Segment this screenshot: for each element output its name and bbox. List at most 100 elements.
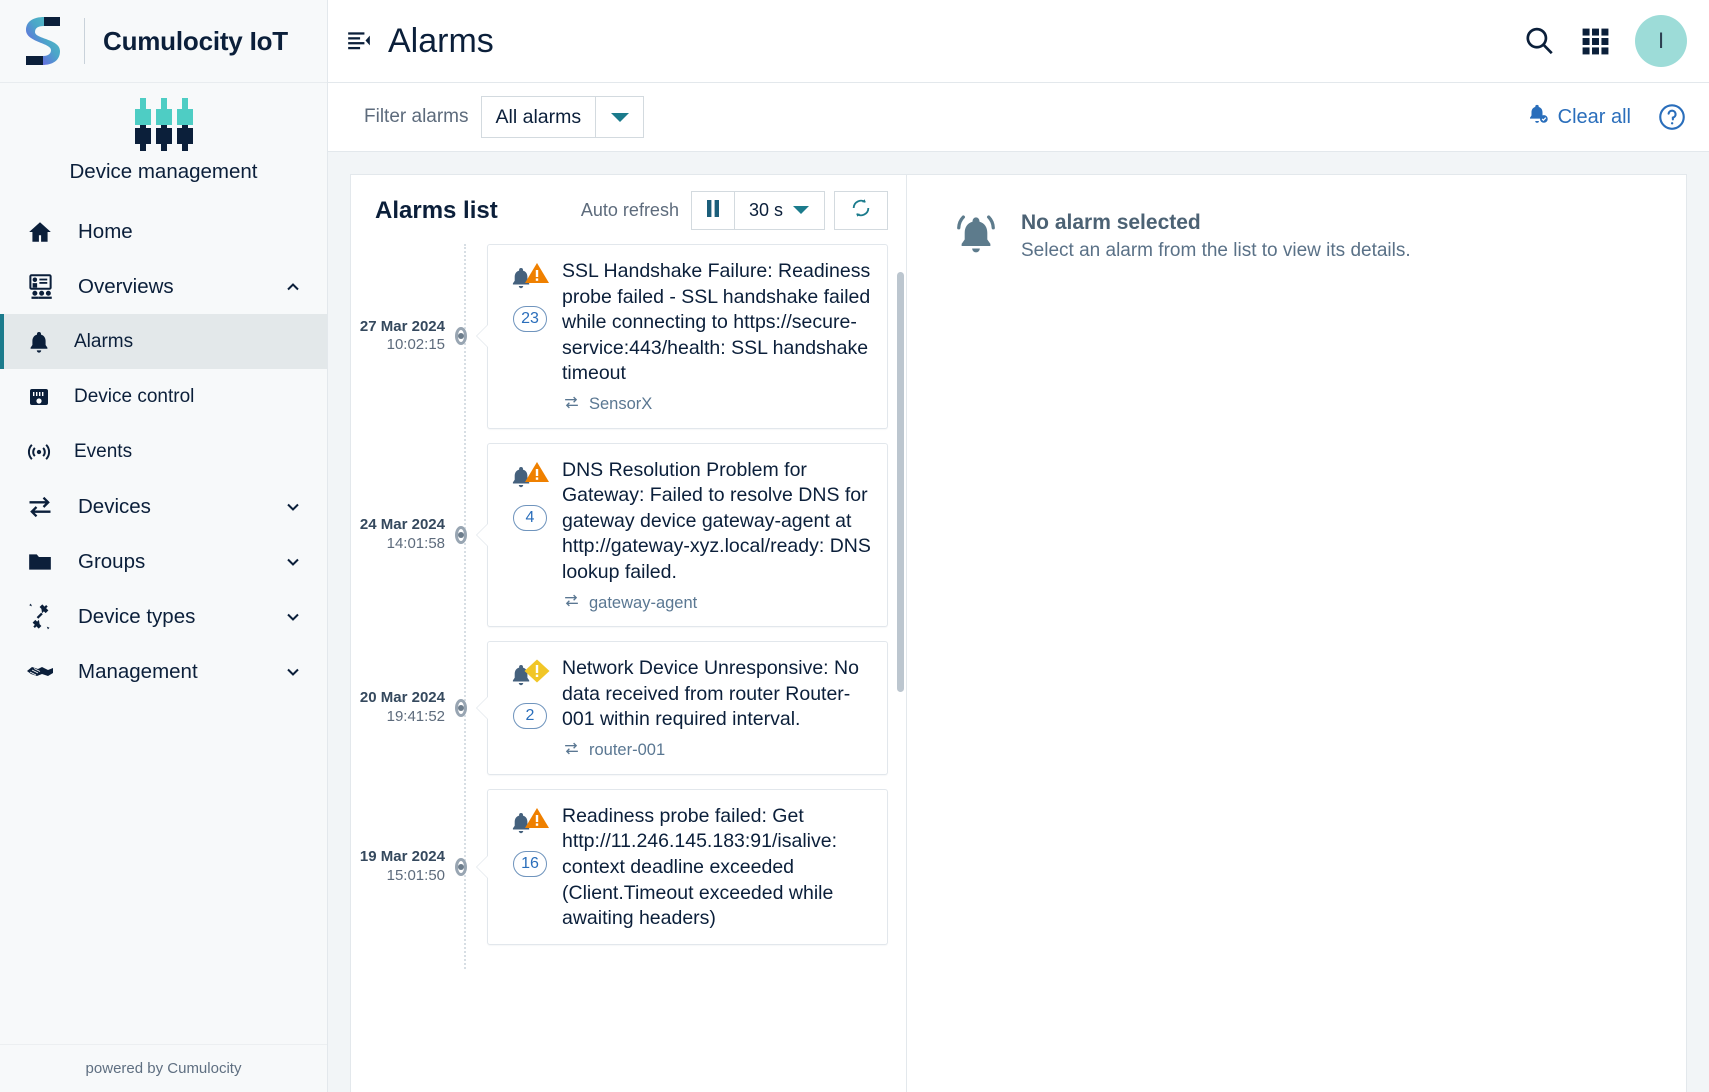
- refresh-button[interactable]: [834, 191, 888, 230]
- alarm-source[interactable]: SensorX: [562, 394, 873, 416]
- app-switcher-icon[interactable]: [1567, 13, 1623, 69]
- chevron-down-icon[interactable]: [283, 497, 303, 517]
- sidebar-item-label: Management: [78, 659, 198, 683]
- alarm-card[interactable]: 23 SSL Handshake Failure: Readiness prob…: [476, 244, 888, 429]
- sidebar-item-overviews[interactable]: Overviews: [0, 259, 327, 314]
- device-link-icon: [562, 740, 581, 762]
- alarm-card[interactable]: 16 Readiness probe failed: Get http://11…: [476, 788, 888, 945]
- alarm-source[interactable]: router-001: [562, 740, 873, 762]
- alarm-icon-column: 23: [504, 259, 556, 416]
- sidebar-footer: powered by Cumulocity: [0, 1044, 327, 1092]
- sidebar-item-groups[interactable]: Groups: [0, 534, 327, 589]
- sidebar-item-devices[interactable]: Devices: [0, 479, 327, 534]
- timeline-dot-icon: [455, 327, 467, 346]
- refresh-icon: [850, 197, 872, 224]
- alarm-card[interactable]: 4 DNS Resolution Problem for Gateway: Fa…: [476, 442, 888, 628]
- chevron-down-icon[interactable]: [283, 662, 303, 682]
- sidebar-item-device-control[interactable]: Device control: [0, 369, 327, 424]
- top-bar: Alarms I: [328, 0, 1709, 83]
- clear-all-button[interactable]: Clear all: [1527, 103, 1631, 131]
- timeline-dot-icon: [455, 699, 467, 718]
- severity-minor-icon: [509, 658, 551, 698]
- device-link-icon: [562, 592, 581, 614]
- avatar[interactable]: I: [1635, 15, 1687, 67]
- content-area: Alarms list Auto refresh 30 s 27 Mar 202…: [328, 152, 1709, 1092]
- alarm-list-item[interactable]: 24 Mar 2024 14:01:58 4 DNS Resolution Pr…: [351, 442, 906, 642]
- refresh-interval-value: 30 s: [748, 200, 783, 220]
- alarm-list-item[interactable]: 27 Mar 2024 10:02:15 23 SSL Handshake Fa…: [351, 244, 906, 443]
- detail-texts: No alarm selected Select an alarm from t…: [1021, 209, 1411, 262]
- auto-refresh-controls: 30 s: [690, 191, 888, 230]
- alarm-date: 20 Mar 2024: [359, 689, 445, 707]
- alarm-list-item[interactable]: 20 Mar 2024 19:41:52 2 Network Device Un…: [351, 641, 906, 789]
- sidebar-item-label: Device control: [74, 385, 195, 407]
- alarms-scrollbar[interactable]: [897, 244, 904, 1092]
- pause-button[interactable]: [690, 191, 735, 230]
- device-control-icon: [22, 385, 56, 409]
- sidebar-item-label: Events: [74, 440, 133, 462]
- chevron-down-icon[interactable]: [283, 552, 303, 572]
- alarm-text: DNS Resolution Problem for Gateway: Fail…: [562, 458, 871, 583]
- alarm-body: SSL Handshake Failure: Readiness probe f…: [556, 259, 873, 416]
- alarm-text: SSL Handshake Failure: Readiness probe f…: [562, 260, 871, 385]
- sidebar-item-label: Devices: [78, 494, 151, 518]
- sidebar-item-label: Groups: [78, 549, 146, 573]
- alarm-filter-select[interactable]: All alarms: [480, 96, 645, 138]
- alarm-source[interactable]: gateway-agent: [562, 592, 873, 614]
- alarm-source-label: router-001: [589, 741, 666, 760]
- application-block: Device management: [0, 83, 327, 190]
- refresh-interval-select[interactable]: 30 s: [734, 191, 825, 230]
- alarm-list-item[interactable]: 19 Mar 2024 15:01:50 16 Readiness probe …: [351, 788, 906, 959]
- device-link-icon: [562, 394, 581, 416]
- brand-header: Cumulocity IoT: [0, 0, 327, 83]
- handshake-icon: [22, 659, 58, 685]
- chevron-down-icon[interactable]: [283, 607, 303, 627]
- sidebar-item-label: Home: [78, 219, 133, 243]
- chevron-down-icon[interactable]: [596, 96, 645, 138]
- chevron-up-icon[interactable]: [283, 277, 303, 297]
- clear-all-label: Clear all: [1557, 105, 1631, 128]
- alarm-icon-column: 4: [504, 458, 556, 615]
- application-name: Device management: [69, 160, 258, 183]
- alarm-count-badge: 23: [513, 306, 547, 332]
- cumulocity-logo-icon: [26, 17, 60, 65]
- alarm-timestamp: 24 Mar 2024 14:01:58: [351, 516, 455, 554]
- chevron-down-icon: [792, 202, 810, 220]
- no-alarm-selected-state: No alarm selected Select an alarm from t…: [953, 209, 1686, 262]
- alarm-time: 19:41:52: [386, 708, 445, 726]
- alarm-filter-value[interactable]: All alarms: [480, 96, 597, 138]
- collapse-menu-icon[interactable]: [346, 28, 372, 54]
- sidebar-item-device-types[interactable]: Device types: [0, 589, 327, 644]
- search-icon[interactable]: [1511, 13, 1567, 69]
- timeline-dot-icon: [455, 525, 467, 544]
- alarm-detail-panel: No alarm selected Select an alarm from t…: [907, 175, 1686, 1092]
- sidebar: Cumulocity IoT Device management Home Ov…: [0, 0, 328, 1092]
- scrollbar-thumb[interactable]: [897, 272, 904, 692]
- alarm-time: 14:01:58: [386, 534, 445, 552]
- sidebar-item-management[interactable]: Management: [0, 644, 327, 699]
- alarm-date: 19 Mar 2024: [359, 847, 445, 865]
- severity-major-icon: [509, 460, 551, 500]
- pause-icon: [706, 199, 720, 222]
- alarms-scroll-area[interactable]: 27 Mar 2024 10:02:15 23 SSL Handshake Fa…: [351, 244, 906, 1092]
- page-title: Alarms: [388, 21, 494, 60]
- sidebar-nav: Home Overviews Alarms Device control Eve…: [0, 204, 327, 1044]
- timeline-dot-icon: [455, 857, 467, 876]
- alarm-source-label: gateway-agent: [589, 593, 698, 612]
- events-icon: [22, 439, 56, 465]
- no-alarm-title: No alarm selected: [1021, 211, 1201, 234]
- severity-major-icon: [509, 261, 551, 301]
- severity-major-icon: [509, 806, 551, 846]
- alarm-count-badge: 16: [513, 850, 547, 877]
- sidebar-item-alarms[interactable]: Alarms: [0, 314, 327, 369]
- alarm-card[interactable]: 2 Network Device Unresponsive: No data r…: [476, 641, 888, 775]
- sidebar-item-home[interactable]: Home: [0, 204, 327, 259]
- bell-check-icon: [1527, 103, 1549, 131]
- alarm-date: 24 Mar 2024: [359, 516, 445, 534]
- device-management-icon: [134, 98, 193, 151]
- sidebar-item-label: Alarms: [74, 330, 134, 352]
- home-icon: [22, 219, 58, 245]
- sidebar-item-events[interactable]: Events: [0, 424, 327, 479]
- help-circle-icon[interactable]: [1657, 102, 1687, 132]
- filter-bar: Filter alarms All alarms Clear all: [328, 83, 1709, 152]
